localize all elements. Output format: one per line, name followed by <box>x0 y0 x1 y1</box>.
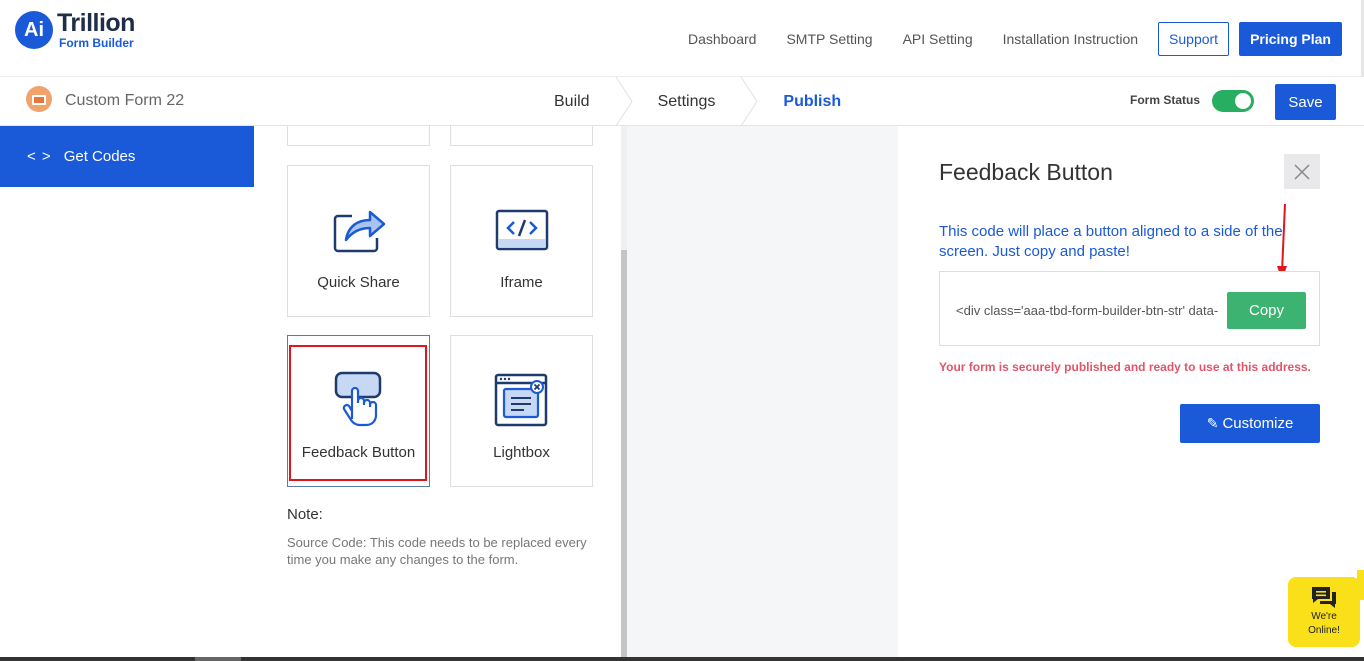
embed-code-box: <div class='aaa-tbd-form-builder-btn-str… <box>939 271 1320 346</box>
chat-bubbles-icon <box>1312 587 1336 608</box>
hand-click-icon <box>332 371 386 427</box>
close-button[interactable] <box>1284 154 1320 189</box>
logo-mark: Ai <box>15 11 53 49</box>
code-icon: < > <box>27 148 52 165</box>
tile-iframe[interactable]: Iframe <box>450 165 593 317</box>
scrollbar-thumb[interactable] <box>621 250 627 661</box>
support-button[interactable]: Support <box>1158 22 1230 56</box>
bottom-bar <box>0 657 1364 661</box>
save-button[interactable]: Save <box>1275 84 1336 120</box>
sidebar-item-get-codes[interactable]: < > Get Codes <box>0 126 254 187</box>
note-title: Note: <box>287 506 323 523</box>
close-icon <box>1294 163 1310 180</box>
top-navbar: Ai Trillion Form Builder Dashboard SMTP … <box>0 0 1364 77</box>
chat-status-line1: We're <box>1311 611 1337 622</box>
iframe-code-icon <box>495 202 549 256</box>
step-nav: Build Settings Publish <box>530 77 865 126</box>
note-text: Source Code: This code needs to be repla… <box>287 535 587 567</box>
chat-widget[interactable]: We're Online! <box>1288 577 1360 647</box>
tile-partial[interactable] <box>450 126 593 146</box>
tile-label: Feedback Button <box>301 444 416 461</box>
step-build[interactable]: Build <box>530 77 614 126</box>
brand-logo[interactable]: Ai Trillion Form Builder <box>15 11 135 49</box>
customize-label: Customize <box>1222 415 1294 432</box>
pricing-plan-button[interactable]: Pricing Plan <box>1239 22 1342 56</box>
nav-smtp-setting[interactable]: SMTP Setting <box>786 31 872 47</box>
lightbox-window-icon <box>494 372 550 427</box>
sidebar: < > Get Codes <box>0 126 256 661</box>
step-settings[interactable]: Settings <box>634 77 740 126</box>
tile-lightbox[interactable]: Lightbox <box>450 335 593 487</box>
form-title: Custom Form 22 <box>65 92 185 109</box>
form-status-label: Form Status <box>1130 93 1201 107</box>
share-icon <box>332 202 386 256</box>
embed-options-grid: Quick Share Iframe Feedback Button Light… <box>256 126 627 661</box>
main-nav: Dashboard SMTP Setting API Setting Insta… <box>688 22 1342 56</box>
tile-label: Iframe <box>500 274 543 291</box>
tile-quick-share[interactable]: Quick Share <box>287 165 430 317</box>
embed-code-field[interactable]: <div class='aaa-tbd-form-builder-btn-str… <box>956 303 1224 318</box>
tile-partial[interactable] <box>287 126 430 146</box>
customize-button[interactable]: ✎ Customize <box>1180 404 1320 443</box>
nav-installation-instruction[interactable]: Installation Instruction <box>1003 31 1138 47</box>
tile-label: Quick Share <box>317 274 400 291</box>
form-icon <box>26 86 52 112</box>
preview-area <box>629 126 898 661</box>
chat-status-line2: Online! <box>1308 625 1340 636</box>
brand-name: Trillion <box>57 9 135 37</box>
panel-title: Feedback Button <box>939 159 1113 185</box>
nav-dashboard[interactable]: Dashboard <box>688 31 757 47</box>
panel-description: This code will place a button aligned to… <box>939 223 1283 260</box>
annotation-arrow-icon <box>1277 203 1287 280</box>
copy-button[interactable]: Copy <box>1227 292 1306 329</box>
tile-feedback-button[interactable]: Feedback Button <box>287 335 430 487</box>
form-status-toggle[interactable] <box>1212 90 1254 112</box>
step-separator-icon <box>615 77 633 126</box>
nav-api-setting[interactable]: API Setting <box>903 31 973 47</box>
step-separator-icon <box>740 77 758 126</box>
step-publish[interactable]: Publish <box>759 77 865 126</box>
publish-message: Your form is securely published and read… <box>939 360 1311 374</box>
grid-scrollbar[interactable] <box>621 126 627 661</box>
edit-icon: ✎ <box>1206 415 1219 431</box>
sidebar-item-label: Get Codes <box>63 148 136 165</box>
brand-subtitle: Form Builder <box>59 36 134 50</box>
form-toolbar: Custom Form 22 Build Settings Publish Fo… <box>0 77 1364 126</box>
tile-label: Lightbox <box>493 444 550 461</box>
